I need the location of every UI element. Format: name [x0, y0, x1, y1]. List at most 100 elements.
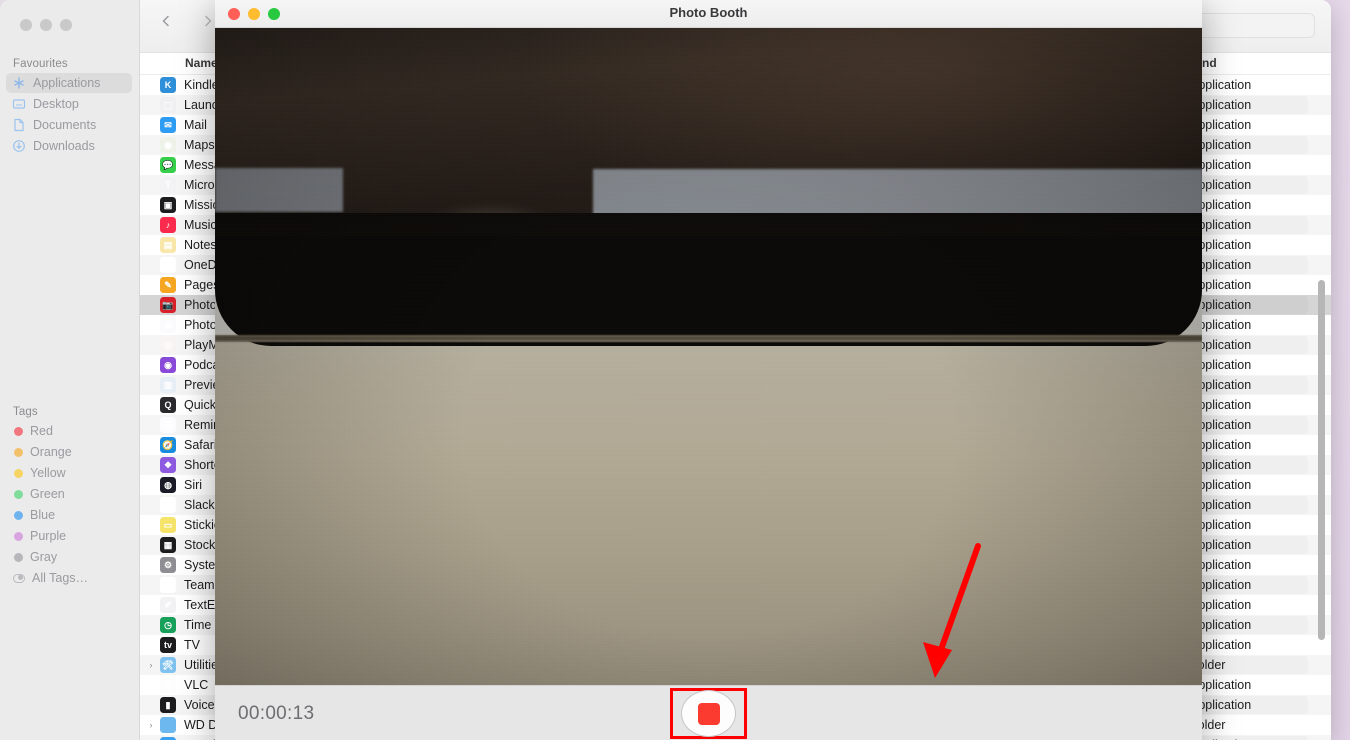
- sidebar-item-applications[interactable]: Applications: [6, 73, 132, 93]
- file-name: Maps: [184, 138, 215, 152]
- sidebar-empty-panel: [10, 183, 122, 386]
- sidebar-tag-red[interactable]: Red: [6, 421, 132, 441]
- tag-dot-icon: [14, 510, 23, 520]
- sidebar-item-label: Orange: [30, 445, 72, 459]
- disclosure-triangle-icon[interactable]: ›: [144, 660, 158, 670]
- disclosure-triangle-icon[interactable]: ›: [144, 720, 158, 730]
- file-name: Mail: [184, 118, 207, 132]
- tag-dot-icon: [14, 531, 23, 541]
- sidebar-item-label: All Tags…: [32, 571, 89, 585]
- sidebar-item-label: Red: [30, 424, 53, 438]
- app-icon: T: [160, 177, 176, 193]
- app-icon: ▲: [160, 677, 176, 693]
- sidebar-section-tags-title: Tags: [13, 406, 38, 418]
- file-name: TV: [184, 638, 200, 652]
- sidebar-tag-blue[interactable]: Blue: [6, 505, 132, 525]
- video-lower-region: [215, 236, 1202, 685]
- tag-dot-icon: [14, 426, 23, 436]
- app-icon: ♪: [160, 217, 176, 233]
- app-icon: 📷: [160, 297, 176, 313]
- sidebar-tag-yellow[interactable]: Yellow: [6, 463, 132, 483]
- documents-icon: [12, 118, 26, 132]
- app-icon: ☰: [160, 417, 176, 433]
- downloads-icon: [12, 139, 26, 153]
- sidebar-tag-green[interactable]: Green: [6, 484, 132, 504]
- app-icon: ▮: [160, 697, 176, 713]
- photo-booth-titlebar[interactable]: Photo Booth: [215, 0, 1202, 28]
- app-icon: ❖: [160, 457, 176, 473]
- finder-sidebar: Favourites Applications Desktop Document…: [0, 0, 140, 740]
- video-seam-line: [215, 335, 1202, 342]
- file-name: Siri: [184, 478, 203, 492]
- sidebar-section-favourites-title: Favourites: [13, 58, 68, 70]
- app-icon: ▤: [160, 237, 176, 253]
- tag-dot-icon: [14, 489, 23, 499]
- file-name: VLC: [184, 678, 209, 692]
- sidebar-item-label: Gray: [30, 550, 58, 564]
- app-icon: ✿: [160, 317, 176, 333]
- all-tags-icon: [13, 573, 25, 583]
- column-header-name[interactable]: Name: [185, 56, 218, 70]
- desktop-icon: [12, 97, 26, 111]
- zoom-button[interactable]: [60, 19, 72, 31]
- sidebar-item-label: Purple: [30, 529, 67, 543]
- sidebar-item-documents[interactable]: Documents: [6, 115, 132, 135]
- close-button[interactable]: [20, 19, 32, 31]
- file-name: Safari: [184, 438, 217, 452]
- app-icon: ◉: [160, 357, 176, 373]
- app-icon: K: [160, 77, 176, 93]
- sidebar-item-label: Yellow: [30, 466, 66, 480]
- webcam-preview: [215, 28, 1202, 685]
- tag-dot-icon: [14, 447, 23, 457]
- annotation-arrow-icon: [923, 543, 981, 678]
- sidebar-tag-purple[interactable]: Purple: [6, 526, 132, 546]
- app-icon: ✉: [160, 117, 176, 133]
- photo-booth-window: Photo Booth 00:00:13: [215, 0, 1202, 740]
- sidebar-tag-all-tags[interactable]: All Tags…: [6, 568, 132, 588]
- file-name: Music: [184, 218, 217, 232]
- photo-booth-toolbar: 00:00:13: [215, 685, 1202, 740]
- sidebar-item-label: Desktop: [33, 97, 79, 111]
- chevron-right-icon[interactable]: [202, 14, 214, 27]
- app-icon: ✐: [160, 597, 176, 613]
- sidebar-tag-orange[interactable]: Orange: [6, 442, 132, 462]
- sidebar-item-desktop[interactable]: Desktop: [6, 94, 132, 114]
- minimize-button[interactable]: [40, 19, 52, 31]
- sidebar-tag-gray[interactable]: Gray: [6, 547, 132, 567]
- app-icon: ▭: [160, 517, 176, 533]
- tag-dot-icon: [14, 552, 23, 562]
- finder-navigation: [160, 14, 214, 27]
- stop-recording-button[interactable]: [681, 690, 736, 737]
- recording-timer: 00:00:13: [238, 703, 315, 724]
- sidebar-item-label: Applications: [33, 76, 101, 90]
- app-icon: 💬: [160, 157, 176, 173]
- file-list-scrollbar[interactable]: [1318, 280, 1325, 640]
- sidebar-item-label: Downloads: [33, 139, 95, 153]
- applications-icon: [12, 76, 26, 90]
- stop-square-icon: [697, 702, 720, 725]
- file-name: Kindle: [184, 78, 219, 92]
- video-light-panel-left: [215, 168, 343, 212]
- app-icon: ◎: [160, 337, 176, 353]
- file-name: Notes: [184, 238, 217, 252]
- sidebar-item-label: Documents: [33, 118, 97, 132]
- app-icon: 🛠: [160, 657, 176, 673]
- app-icon: ▣: [160, 197, 176, 213]
- finder-traffic-lights[interactable]: [20, 19, 72, 31]
- sidebar-item-label: Blue: [30, 508, 56, 522]
- app-icon: ✎: [160, 277, 176, 293]
- app-icon: 🧭: [160, 437, 176, 453]
- app-icon: ◐: [160, 577, 176, 593]
- app-icon: ◉: [160, 137, 176, 153]
- app-icon: ▥: [160, 377, 176, 393]
- app-icon: tv: [160, 637, 176, 653]
- video-light-panel-right: [593, 169, 1202, 218]
- tag-dot-icon: [14, 468, 23, 478]
- photo-booth-title: Photo Booth: [669, 5, 748, 20]
- app-icon: ⚙: [160, 557, 176, 573]
- app-icon: ✳: [160, 497, 176, 513]
- sidebar-item-downloads[interactable]: Downloads: [6, 136, 132, 156]
- app-icon: ◷: [160, 617, 176, 633]
- chevron-left-icon[interactable]: [160, 14, 172, 27]
- app-icon: [160, 717, 176, 733]
